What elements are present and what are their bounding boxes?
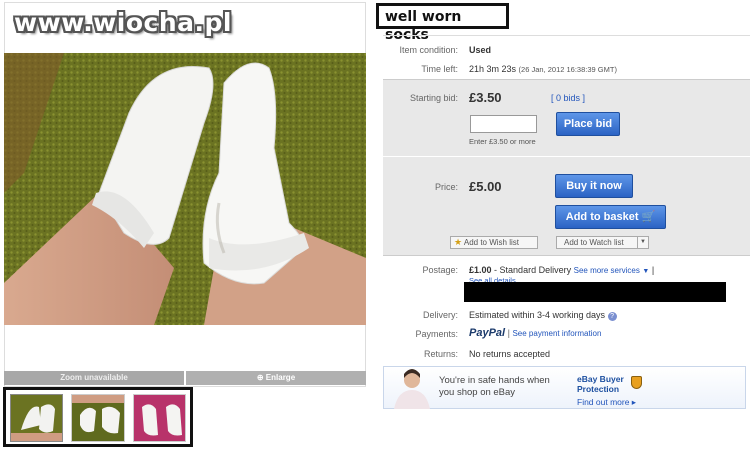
safe-hands-text: You're in safe hands when you shop on eB… — [439, 375, 550, 399]
chevron-down-icon[interactable]: ▼ — [642, 268, 649, 275]
starting-bid-label: Starting bid: — [409, 93, 458, 103]
thumbnail-2[interactable] — [71, 394, 125, 442]
postage-label: Postage: — [422, 265, 458, 275]
postage-separator: | — [651, 265, 655, 275]
bid-panel: Starting bid: £3.50 [ 0 bids ] Place bid… — [383, 79, 750, 256]
thumbnail-3[interactable] — [132, 394, 186, 442]
add-to-basket-label: Add to basket — [565, 211, 639, 223]
paypal-logo: PayPal — [469, 327, 506, 339]
delivery-label: Delivery: — [422, 310, 458, 320]
chevron-down-icon[interactable]: ▼ — [637, 237, 648, 248]
postage-amount: £1.00 — [469, 265, 492, 275]
buyer-protection-line-2: Protection — [577, 384, 620, 394]
returns-value: No returns accepted — [469, 349, 551, 359]
thumbnail-1[interactable] — [10, 394, 64, 442]
add-to-basket-button[interactable]: Add to basket 🛒 — [555, 205, 666, 229]
thumbnail-1-image — [11, 395, 63, 441]
delivery-estimate: Estimated within 3-4 working days — [469, 310, 606, 320]
item-title: well worn socks — [376, 3, 509, 43]
bid-amount-input[interactable] — [470, 115, 537, 133]
support-agent-icon — [394, 369, 430, 409]
buyer-protection-line-1: eBay Buyer — [577, 374, 624, 384]
payments-label: Payments: — [415, 329, 458, 339]
magnifier-icon: ⊕ — [256, 373, 266, 382]
bids-count-link[interactable]: [ 0 bids ] — [551, 93, 585, 103]
redacted-block — [464, 282, 726, 302]
buyer-protection-title: eBay Buyer Protection — [577, 374, 624, 394]
add-to-wish-list-button[interactable]: ★ Add to Wish list — [450, 236, 538, 249]
photo-toolbar: Zoom unavailable ⊕ Enlarge — [4, 371, 366, 385]
place-bid-button[interactable]: Place bid — [556, 112, 620, 136]
condition-value: Used — [469, 45, 492, 55]
see-more-services-link[interactable]: See more services — [574, 266, 640, 275]
price-value: £5.00 — [469, 179, 502, 194]
bid-panel-divider — [383, 156, 750, 157]
site-watermark: www.wiocha.pl — [14, 8, 232, 37]
time-left-countdown: 21h 3m 23s — [469, 64, 517, 74]
thumbnail-strip — [3, 387, 193, 447]
enlarge-button[interactable]: ⊕ Enlarge — [186, 371, 366, 385]
zoom-unavailable-label: Zoom unavailable — [4, 371, 186, 385]
payments-separator: | — [507, 328, 510, 338]
returns-label: Returns: — [423, 349, 458, 359]
item-photo[interactable] — [4, 53, 366, 325]
bid-hint: Enter £3.50 or more — [469, 137, 536, 146]
safe-hands-line-1: You're in safe hands when — [439, 375, 550, 386]
payment-info-link[interactable]: See payment information — [512, 329, 601, 338]
basket-icon: 🛒 — [641, 211, 656, 223]
help-icon[interactable]: ? — [607, 312, 617, 321]
shield-icon — [631, 376, 642, 389]
time-left-label: Time left: — [421, 64, 458, 74]
starting-bid-value: £3.50 — [469, 90, 502, 105]
enlarge-label: Enlarge — [265, 373, 296, 382]
wish-star-icon: ★ — [454, 237, 463, 247]
title-divider — [383, 35, 750, 36]
postage-service: - Standard Delivery — [494, 265, 572, 275]
payments-value: PayPal | See payment information — [469, 327, 601, 339]
wish-list-label: Add to Wish list — [463, 238, 519, 247]
find-out-more-link[interactable]: Find out more ▸ — [577, 397, 636, 408]
watch-list-label: Add to Watch list — [564, 238, 624, 247]
safe-hands-line-2: you shop on eBay — [439, 387, 516, 398]
item-title-text: well worn socks — [385, 9, 462, 43]
buy-it-now-button[interactable]: Buy it now — [555, 174, 633, 198]
price-label: Price: — [434, 182, 458, 192]
time-left-value: 21h 3m 23s (26 Jan, 2012 16:38:39 GMT) — [469, 64, 617, 74]
delivery-value: Estimated within 3-4 working days ? — [469, 310, 617, 321]
buyer-protection-banner[interactable]: You're in safe hands when you shop on eB… — [383, 366, 746, 409]
thumbnail-2-image — [72, 395, 124, 441]
socks-photo-image — [4, 53, 366, 325]
time-left-end-date: (26 Jan, 2012 16:38:39 GMT) — [518, 65, 617, 74]
postage-value: £1.00 - Standard Delivery See more servi… — [469, 265, 654, 275]
thumbnail-3-image — [133, 395, 185, 441]
add-to-watch-list-button[interactable]: Add to Watch list ▼ — [556, 236, 649, 249]
condition-label: Item condition: — [399, 45, 458, 55]
